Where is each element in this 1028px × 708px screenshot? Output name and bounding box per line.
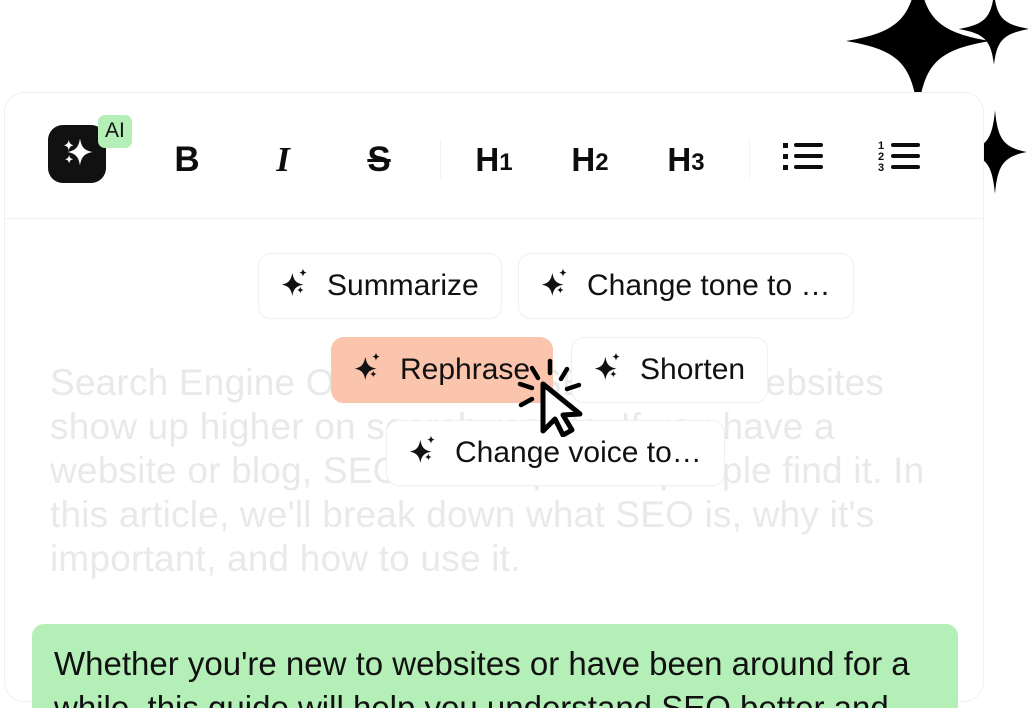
screen: AI B I S H1 H2 H3 1 2 3 Search Engine we… <box>0 0 1028 708</box>
numbered-list-icon: 1 2 3 <box>878 140 922 179</box>
numbered-list-button[interactable]: 1 2 3 <box>877 139 923 179</box>
italic-button[interactable]: I <box>261 137 305 181</box>
ai-option-label: Change tone to … <box>587 269 831 302</box>
heading-2-letter: H <box>571 140 596 178</box>
ai-option-label: Change voice to… <box>455 436 702 469</box>
heading-2-button[interactable]: H2 <box>564 139 616 179</box>
bold-button[interactable]: B <box>165 137 209 181</box>
heading-2-number: 2 <box>595 149 609 176</box>
ai-option-label: Rephrase <box>400 353 531 386</box>
italic-icon: I <box>276 139 290 179</box>
sparkle-icon <box>409 433 441 473</box>
toolbar-divider-1 <box>440 139 441 179</box>
heading-3-button[interactable]: H3 <box>660 139 712 179</box>
svg-text:3: 3 <box>878 162 884 174</box>
ai-option-label: Shorten <box>640 353 746 386</box>
ai-option-summarize[interactable]: Summarize <box>258 253 502 319</box>
sparkle-icon <box>59 134 95 175</box>
bullet-list-icon <box>782 140 824 179</box>
heading-1-button[interactable]: H1 <box>468 139 520 179</box>
sparkle-top-right-icon <box>957 0 1028 66</box>
ai-badge: AI <box>98 115 132 148</box>
highlighted-paragraph[interactable]: Whether you're new to websites or have b… <box>32 624 958 708</box>
ai-option-change-voice[interactable]: Change voice to… <box>386 420 725 486</box>
strikethrough-icon: S <box>367 139 391 179</box>
ai-option-shorten[interactable]: Shorten <box>571 337 769 403</box>
heading-1-letter: H <box>475 140 500 178</box>
heading-1-number: 1 <box>499 149 513 176</box>
strikethrough-button[interactable]: S <box>357 137 401 181</box>
sparkle-icon <box>594 350 626 390</box>
editor-toolbar: AI B I S H1 H2 H3 1 2 3 <box>5 93 983 219</box>
toolbar-divider-2 <box>749 139 750 179</box>
sparkle-icon <box>354 350 386 390</box>
ai-option-change-tone[interactable]: Change tone to … <box>518 253 854 319</box>
sparkle-icon <box>541 266 573 306</box>
heading-3-letter: H <box>667 140 692 178</box>
bullet-list-button[interactable] <box>781 139 825 179</box>
ai-option-label: Summarize <box>327 269 479 302</box>
heading-3-number: 3 <box>691 149 705 176</box>
sparkle-icon <box>281 266 313 306</box>
ai-option-rephrase[interactable]: Rephrase <box>331 337 554 403</box>
bold-icon: B <box>174 139 200 179</box>
